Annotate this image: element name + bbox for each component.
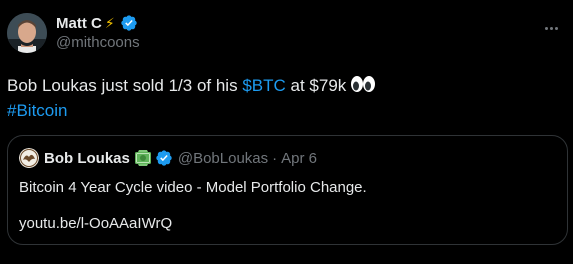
quoted-avatar-logo-icon xyxy=(19,148,39,168)
quoted-tweet-text: Bitcoin 4 Year Cycle video - Model Portf… xyxy=(19,179,367,196)
avatar-photo-icon xyxy=(7,13,47,53)
money-emoji-icon xyxy=(134,149,152,167)
quoted-tweet-link[interactable]: youtu.be/l-OoAAaIWrQ xyxy=(19,214,172,234)
quoted-date[interactable]: Apr 6 xyxy=(281,150,317,167)
quoted-author-handle[interactable]: @BobLoukas xyxy=(178,150,268,167)
author-info: Matt C ⚡ @mithcoons xyxy=(56,13,140,52)
more-dot xyxy=(544,26,548,30)
lightning-bolt-emoji: ⚡ xyxy=(104,15,115,31)
more-dot xyxy=(549,26,553,30)
tweet-text: Bob Loukas just sold 1/3 of his $BTC at … xyxy=(7,74,567,122)
author-avatar[interactable] xyxy=(7,13,47,53)
tweet-text-part1: Bob Loukas just sold 1/3 of his xyxy=(7,76,243,95)
more-dot xyxy=(554,26,558,30)
hashtag-link[interactable]: #Bitcoin xyxy=(7,101,67,120)
more-options-button[interactable] xyxy=(539,20,563,36)
eyes-emoji-icon xyxy=(350,75,376,99)
author-handle[interactable]: @mithcoons xyxy=(56,34,140,51)
quoted-tweet[interactable]: Bob Loukas @BobLoukas · Apr 6 Bitcoin 4 … xyxy=(7,135,568,245)
quoted-author-name[interactable]: Bob Loukas xyxy=(44,150,130,167)
author-name-row: Matt C ⚡ xyxy=(56,13,140,33)
quoted-tweet-header: Bob Loukas @BobLoukas · Apr 6 xyxy=(19,148,317,168)
quoted-author-avatar[interactable] xyxy=(19,148,39,168)
tweet-text-part2: at $79k xyxy=(285,76,347,95)
tweet[interactable]: Matt C ⚡ @mithcoons Bob Loukas just sold… xyxy=(0,0,573,264)
quoted-verified-badge-icon[interactable] xyxy=(155,149,173,167)
author-display-name[interactable]: Matt C xyxy=(56,15,102,32)
verified-badge-icon[interactable] xyxy=(120,14,138,32)
quoted-separator: · xyxy=(272,149,278,167)
cashtag-link[interactable]: $BTC xyxy=(242,76,285,95)
